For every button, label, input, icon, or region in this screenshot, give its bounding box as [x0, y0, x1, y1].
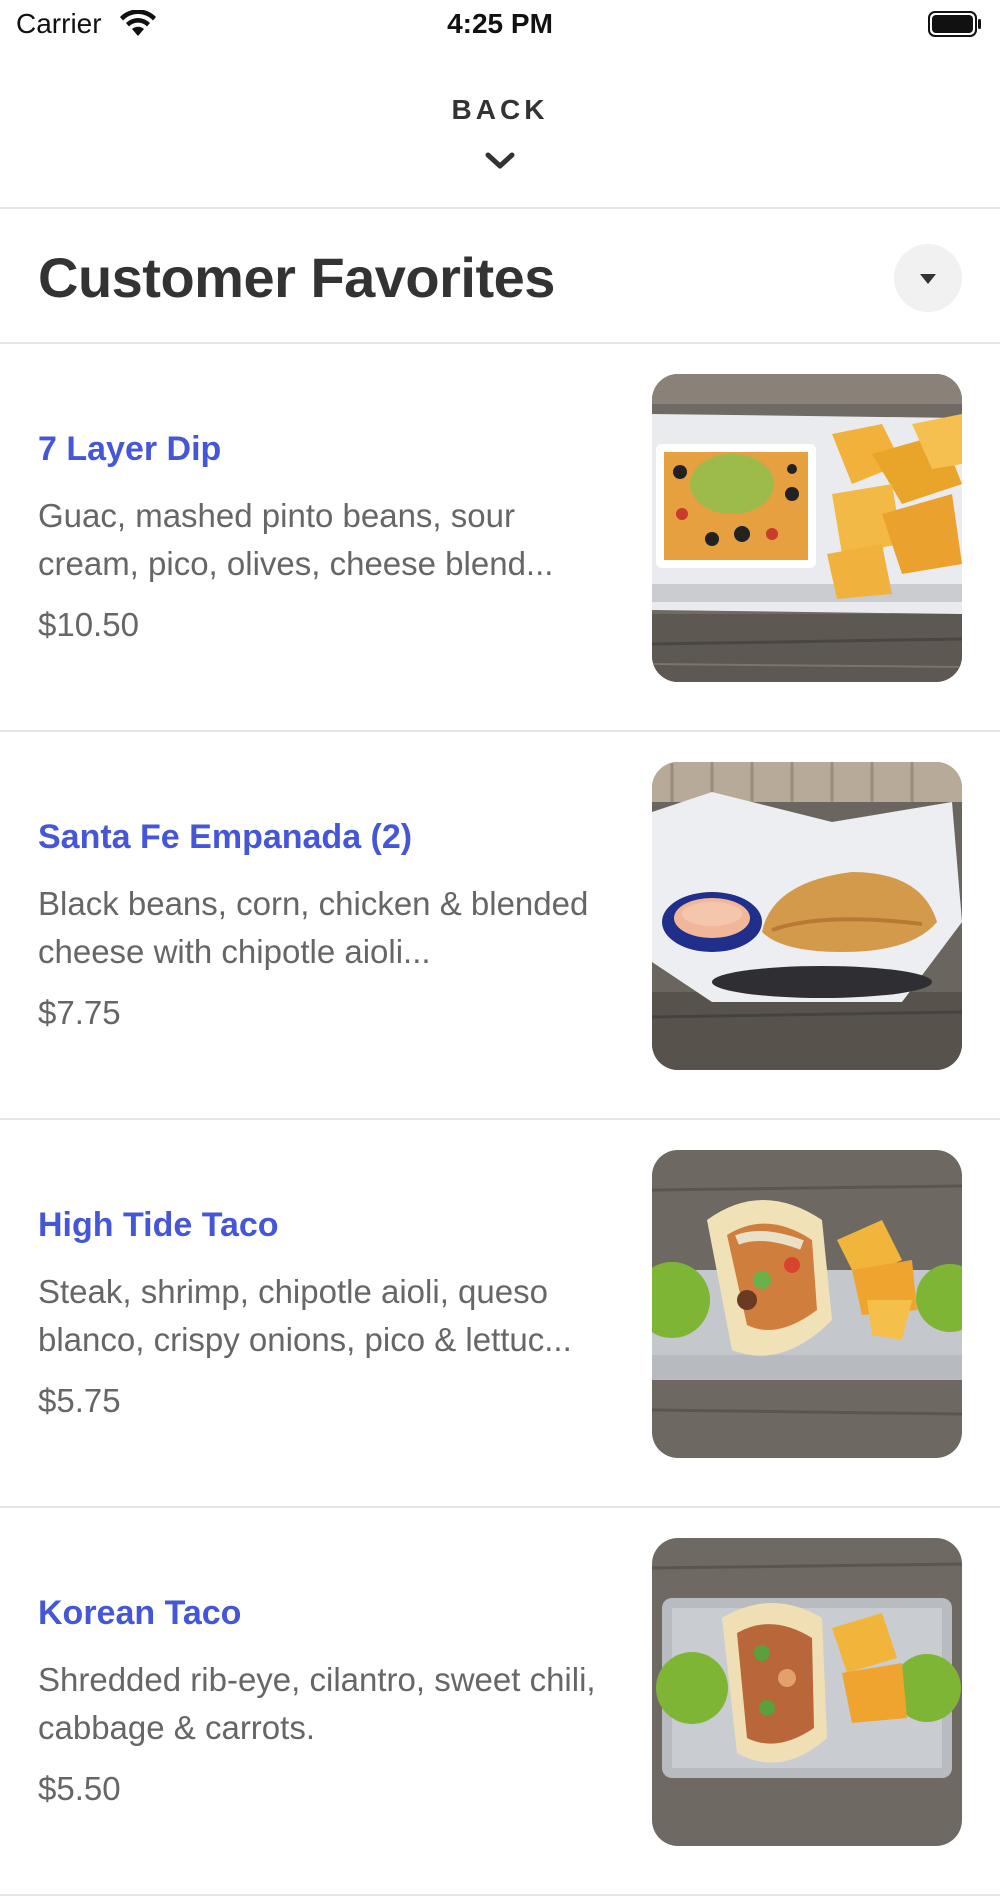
battery-icon — [928, 11, 982, 37]
item-name[interactable]: Korean Taco — [38, 1594, 241, 1633]
korean-taco-photo[interactable] — [652, 1538, 962, 1846]
seven-layer-dip-photo[interactable] — [652, 374, 962, 682]
caret-down-icon — [920, 274, 936, 284]
item-name[interactable]: High Tide Taco — [38, 1206, 279, 1245]
section-dropdown-button[interactable] — [894, 244, 962, 312]
item-name[interactable]: 7 Layer Dip — [38, 430, 221, 469]
menu-item[interactable]: High Tide Taco Steak, shrimp, chipotle a… — [0, 1120, 1000, 1508]
item-description: Black beans, corn, chicken & blended che… — [38, 885, 589, 970]
item-price: $10.50 — [38, 606, 139, 643]
menu-item[interactable]: Santa Fe Empanada (2) Black beans, corn,… — [0, 732, 1000, 1120]
status-time: 4:25 PM — [447, 8, 553, 39]
item-name[interactable]: Santa Fe Empanada (2) — [38, 818, 412, 857]
item-price: $7.75 — [38, 994, 121, 1031]
item-description: Guac, mashed pinto beans, sour cream, pi… — [38, 497, 554, 582]
chevron-down-icon — [484, 150, 516, 172]
high-tide-taco-photo[interactable] — [652, 1150, 962, 1458]
item-price: $5.50 — [38, 1770, 121, 1807]
menu-item[interactable]: Korean Taco Shredded rib-eye, cilantro, … — [0, 1508, 1000, 1896]
back-button[interactable]: BACK — [0, 80, 1000, 180]
back-label: BACK — [451, 94, 549, 125]
item-description: Shredded rib-eye, cilantro, sweet chili,… — [38, 1661, 596, 1746]
status-bar: Carrier 4:25 PM — [0, 0, 1000, 50]
empanada-photo[interactable] — [652, 762, 962, 1070]
menu-list: 7 Layer Dip Guac, mashed pinto beans, so… — [0, 344, 1000, 1896]
header-divider — [0, 207, 1000, 209]
section-title: Customer Favorites — [38, 246, 555, 309]
item-description: Steak, shrimp, chipotle aioli, queso bla… — [38, 1273, 572, 1358]
item-price: $5.75 — [38, 1382, 121, 1419]
menu-item[interactable]: 7 Layer Dip Guac, mashed pinto beans, so… — [0, 344, 1000, 732]
